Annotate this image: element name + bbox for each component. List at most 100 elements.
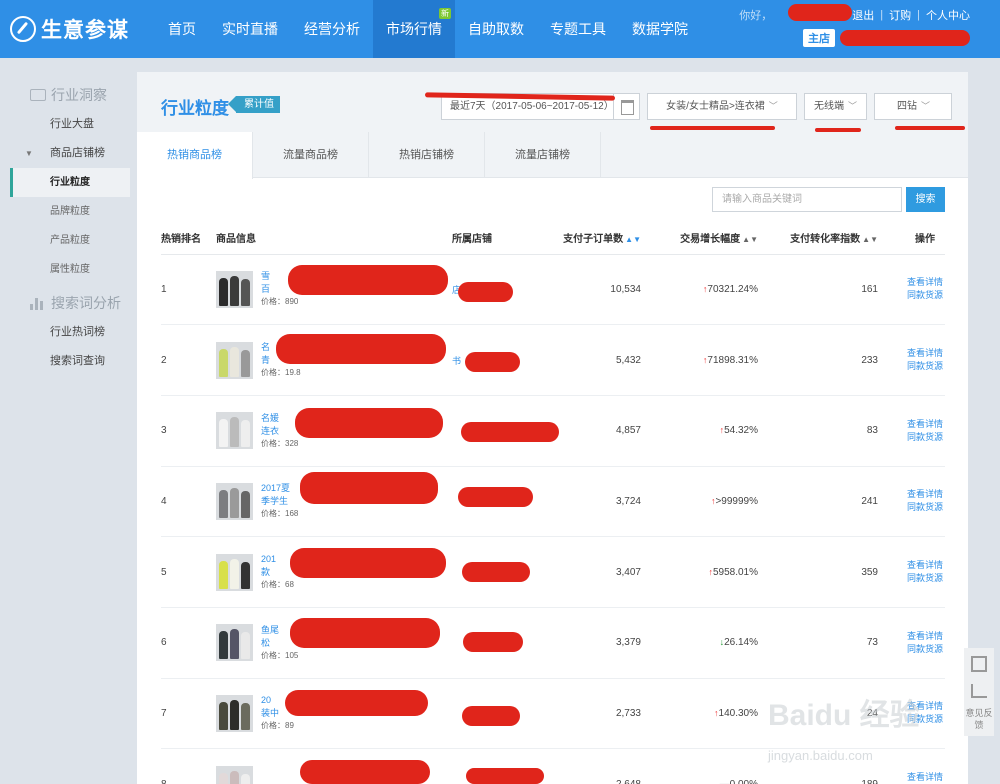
col-conversion[interactable]: 支付转化率指数 ▲▼ xyxy=(758,222,878,255)
conversion-cell: 359 xyxy=(758,536,878,608)
product-thumbnail[interactable] xyxy=(216,341,253,379)
device-select[interactable]: 无线端 ﹀ xyxy=(804,93,867,120)
sidebar-item-brand-granularity[interactable]: 品牌粒度 xyxy=(10,197,130,226)
sidebar-item-industry-granularity[interactable]: 行业粒度 xyxy=(10,168,130,197)
share-icon[interactable] xyxy=(971,684,987,698)
rank-cell: 4 xyxy=(161,466,216,538)
sidebar-item-rank[interactable]: ▼ 商品店铺榜 xyxy=(10,139,130,168)
user-center-link[interactable]: 个人中心 xyxy=(926,7,970,23)
product-price: 价格：890 xyxy=(261,297,299,307)
product-thumbnail[interactable] xyxy=(216,553,253,591)
nav-item-tools[interactable]: 专题工具 xyxy=(537,0,619,58)
product-name-link[interactable]: 连衣 xyxy=(261,425,298,438)
table-row: 4 2017夏 季学生 价格：168 3,724 ↑>99999% 241 查看… xyxy=(161,466,945,538)
col-rank: 热销排名 xyxy=(161,222,216,255)
nav-item-analysis[interactable]: 经营分析 xyxy=(291,0,373,58)
rank-cell: 2 xyxy=(161,324,216,396)
conversion-cell: 233 xyxy=(758,324,878,396)
divider: | xyxy=(917,9,920,21)
view-detail-link[interactable]: 查看详情 xyxy=(878,559,943,572)
similar-source-link[interactable]: 同款货源 xyxy=(878,431,943,444)
search-input[interactable]: 请输入商品关键词 xyxy=(712,187,902,212)
nav-item-live[interactable]: 实时直播 xyxy=(209,0,291,58)
tab-hot-products[interactable]: 热销商品榜 xyxy=(137,132,253,179)
brand-name: 生意参谋 xyxy=(41,19,129,42)
col-orders[interactable]: 支付子订单数 ▲▼ xyxy=(547,222,641,255)
annotation-underline xyxy=(895,126,965,130)
similar-source-link[interactable]: 同款货源 xyxy=(878,289,943,302)
nav-item-market[interactable]: 市场行情 新 xyxy=(373,0,455,58)
product-name-link[interactable]: 201 xyxy=(261,553,294,566)
qr-code-icon[interactable] xyxy=(971,656,987,672)
annotation-underline xyxy=(815,128,861,132)
nav-item-self-service[interactable]: 自助取数 xyxy=(455,0,537,58)
product-price: 价格：328 xyxy=(261,438,299,448)
view-detail-link[interactable]: 查看详情 xyxy=(878,418,943,431)
ops-cell: 查看详情 同款货源 xyxy=(878,607,945,679)
category-value: 女装/女士精品>连衣裙 xyxy=(666,101,765,112)
shop-link[interactable]: 书 xyxy=(452,356,461,366)
level-value: 四钻 xyxy=(897,101,917,112)
logo[interactable]: 生意参谋 xyxy=(10,14,129,44)
sort-icon: ▲▼ xyxy=(625,235,641,245)
ops-cell: 查看详情 同款货源 xyxy=(878,748,945,784)
sort-icon: ▲▼ xyxy=(742,235,758,245)
product-thumbnail[interactable] xyxy=(216,412,253,450)
sidebar-item-hot-words[interactable]: 行业热词榜 xyxy=(10,318,130,347)
search-button[interactable]: 搜索 xyxy=(906,187,945,212)
product-thumbnail[interactable] xyxy=(216,694,253,732)
growth-value: >99999% xyxy=(715,495,758,507)
tab-traffic-products[interactable]: 流量商品榜 xyxy=(253,132,369,178)
tab-hot-shops[interactable]: 热销店铺榜 xyxy=(369,132,485,178)
redaction xyxy=(290,548,446,578)
rank-cell: 8 xyxy=(161,748,216,784)
product-name-link[interactable]: 2017夏 xyxy=(261,482,298,495)
view-detail-link[interactable]: 查看详情 xyxy=(878,630,943,643)
growth-cell: —0.00% xyxy=(641,748,758,784)
new-badge: 新 xyxy=(439,8,451,19)
product-name-link[interactable]: 款 xyxy=(261,566,294,579)
view-detail-link[interactable]: 查看详情 xyxy=(878,488,943,501)
ops-cell: 查看详情 同款货源 xyxy=(878,324,945,396)
col-ops: 操作 xyxy=(878,222,945,255)
order-link[interactable]: 订购 xyxy=(889,7,911,23)
calendar-icon[interactable] xyxy=(613,94,639,119)
product-thumbnail[interactable] xyxy=(216,482,253,520)
growth-value: 54.32% xyxy=(724,425,758,437)
category-select[interactable]: 女装/女士精品>连衣裙 ﹀ xyxy=(647,93,797,120)
nav-item-academy[interactable]: 数据学院 xyxy=(619,0,701,58)
view-detail-link[interactable]: 查看详情 xyxy=(878,771,943,784)
orders-cell: 2,648 xyxy=(547,748,641,784)
view-detail-link[interactable]: 查看详情 xyxy=(878,347,943,360)
logout-link[interactable]: 退出 xyxy=(852,7,874,23)
growth-value: 0.00% xyxy=(730,779,758,784)
sidebar-item-industry-overview[interactable]: 行业大盘 xyxy=(10,110,130,139)
product-thumbnail[interactable] xyxy=(216,624,253,662)
product-name-link[interactable]: 名媛 xyxy=(261,412,298,425)
col-product: 商品信息 xyxy=(216,222,452,255)
product-price: 价格：105 xyxy=(261,650,299,660)
tab-traffic-shops[interactable]: 流量店铺榜 xyxy=(485,132,601,178)
similar-source-link[interactable]: 同款货源 xyxy=(878,360,943,373)
nav-item-home[interactable]: 首页 xyxy=(155,0,209,58)
table-row: 2 名 青 价格：19.8 书 5,432 ↑71898.31% 233 查看详… xyxy=(161,324,945,396)
product-thumbnail[interactable] xyxy=(216,270,253,308)
sidebar-item-word-query[interactable]: 搜索词查询 xyxy=(10,347,130,376)
feedback-link[interactable]: 意见反馈 xyxy=(964,707,994,731)
bar-chart-icon xyxy=(30,296,46,310)
date-range-value: 最近7天（2017-05-06~2017-05-12） xyxy=(450,101,614,112)
table-row: 6 鱼尾 松 价格：105 3,379 ↓26.14% 73 查看详情 同款货源 xyxy=(161,607,945,679)
growth-value: 140.30% xyxy=(718,707,758,719)
sidebar-item-attribute-granularity[interactable]: 属性粒度 xyxy=(10,255,130,284)
sidebar-item-product-granularity[interactable]: 产品粒度 xyxy=(10,226,130,255)
chevron-down-icon: ﹀ xyxy=(768,101,778,111)
level-select[interactable]: 四钻 ﹀ xyxy=(874,93,952,120)
similar-source-link[interactable]: 同款货源 xyxy=(878,501,943,514)
product-thumbnail[interactable] xyxy=(216,765,253,784)
product-name-link[interactable]: 季学生 xyxy=(261,495,298,508)
similar-source-link[interactable]: 同款货源 xyxy=(878,643,943,656)
similar-source-link[interactable]: 同款货源 xyxy=(878,572,943,585)
view-detail-link[interactable]: 查看详情 xyxy=(878,276,943,289)
col-growth[interactable]: 交易增长幅度 ▲▼ xyxy=(641,222,758,255)
redaction xyxy=(461,422,559,442)
